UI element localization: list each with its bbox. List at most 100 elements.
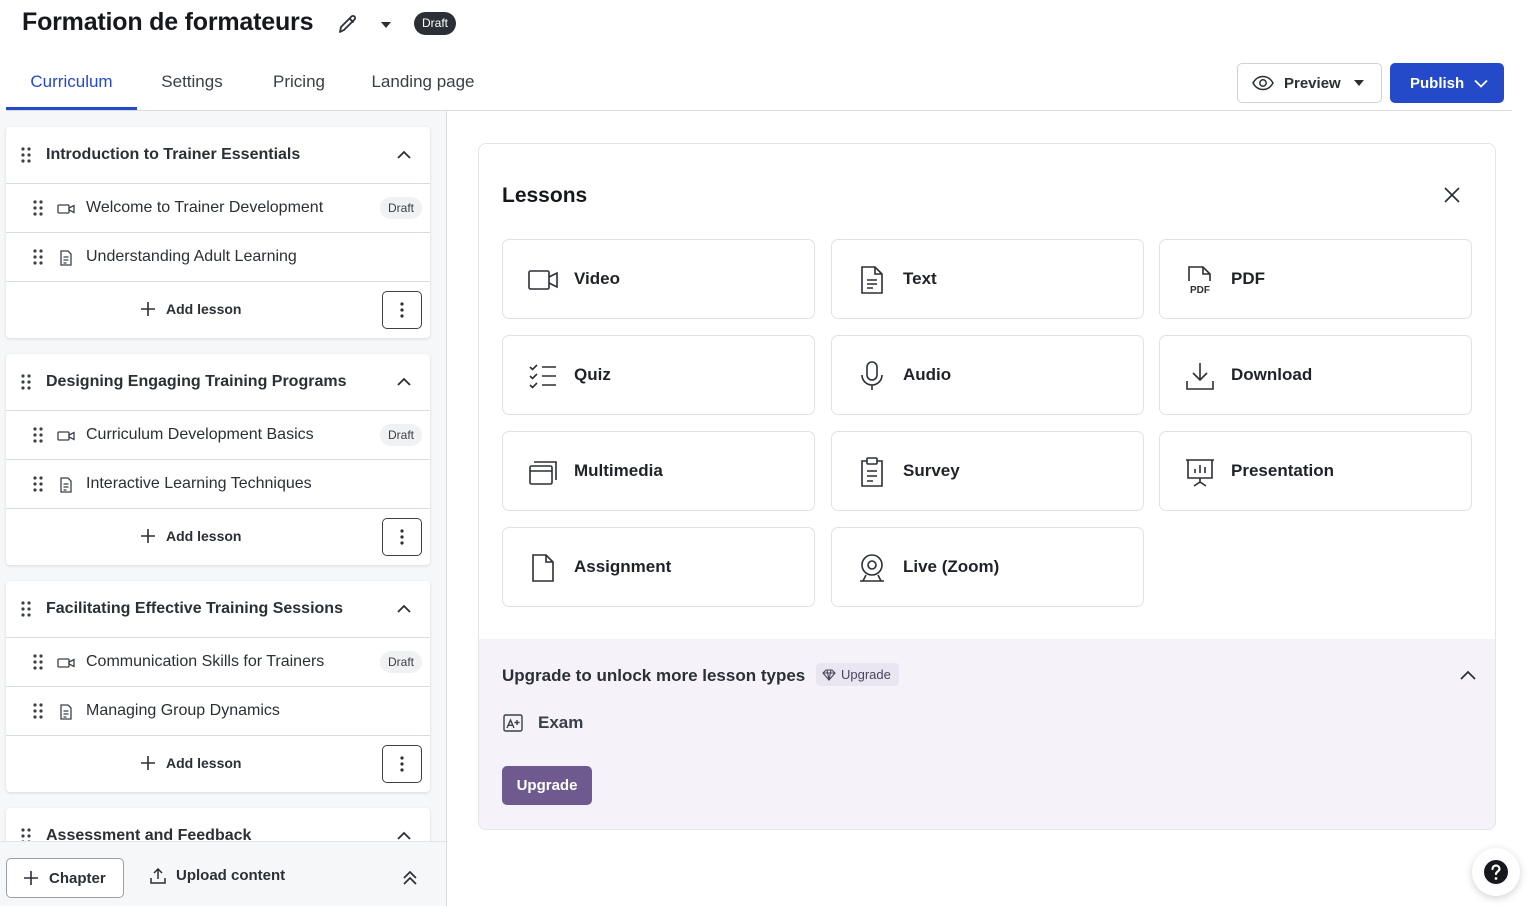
status-badge: Draft: [414, 12, 457, 35]
chapter-header[interactable]: Facilitating Effective Training Sessions: [6, 581, 430, 638]
add-chapter-label: Chapter: [49, 869, 106, 887]
lesson-type-label: PDF: [1231, 269, 1265, 288]
download-icon: [1186, 363, 1214, 390]
drag-handle-icon[interactable]: [33, 200, 43, 216]
chevron-up-icon[interactable]: [396, 374, 412, 390]
curriculum-sidebar: Introduction to Trainer Essentials Welco…: [0, 111, 447, 906]
upgrade-section: Upgrade to unlock more lesson types Upgr…: [479, 639, 1495, 829]
lesson-type-text[interactable]: Text: [831, 239, 1144, 319]
add-lesson-button[interactable]: Add lesson: [140, 755, 241, 771]
text-icon: [60, 477, 72, 493]
lesson-type-pdf[interactable]: PDF PDF: [1159, 239, 1472, 319]
course-title: Formation de formateurs: [22, 8, 314, 36]
clipboard-icon: [861, 457, 883, 487]
lesson-type-download[interactable]: Download: [1159, 335, 1472, 415]
publish-button[interactable]: Publish: [1390, 63, 1504, 103]
lesson-type-assignment[interactable]: Assignment: [502, 527, 815, 607]
chapter-title: Designing Engaging Training Programs: [46, 373, 347, 390]
close-icon[interactable]: [1443, 186, 1461, 204]
drag-handle-icon[interactable]: [33, 427, 43, 443]
drag-handle-icon[interactable]: [21, 147, 31, 163]
text-icon: [861, 266, 883, 294]
chapter-card: Facilitating Effective Training Sessions…: [6, 581, 430, 792]
draft-badge: Draft: [379, 651, 422, 673]
quiz-icon: [529, 364, 556, 389]
lesson-type-presentation[interactable]: Presentation: [1159, 431, 1472, 511]
lesson-row[interactable]: Welcome to Trainer Development Draft: [6, 184, 430, 233]
text-icon: [60, 704, 72, 720]
lesson-row[interactable]: Communication Skills for Trainers Draft: [6, 638, 430, 687]
chapter-menu-button[interactable]: [382, 518, 422, 556]
upload-content-button[interactable]: Upload content: [150, 867, 285, 884]
lesson-name: Interactive Learning Techniques: [86, 475, 312, 492]
lesson-type-label: Download: [1231, 365, 1313, 384]
upgrade-button[interactable]: Upgrade: [502, 766, 592, 805]
tab-landing-page[interactable]: Landing page: [359, 60, 487, 110]
add-lesson-button[interactable]: Add lesson: [140, 528, 241, 544]
chevron-up-icon[interactable]: [396, 147, 412, 163]
drag-handle-icon[interactable]: [33, 249, 43, 265]
drag-handle-icon[interactable]: [21, 601, 31, 617]
lesson-row[interactable]: Managing Group Dynamics: [6, 687, 430, 736]
drag-handle-icon[interactable]: [33, 703, 43, 719]
add-lesson-label: Add lesson: [166, 528, 242, 544]
lesson-row[interactable]: Interactive Learning Techniques: [6, 460, 430, 509]
add-lesson-label: Add lesson: [166, 755, 242, 771]
drag-handle-icon[interactable]: [21, 374, 31, 390]
lesson-type-survey[interactable]: Survey: [831, 431, 1144, 511]
video-icon: [57, 658, 75, 668]
lesson-name: Curriculum Development Basics: [86, 426, 314, 443]
chevron-down-icon: [1474, 79, 1488, 88]
chevron-up-icon[interactable]: [1459, 667, 1477, 685]
publish-label: Publish: [1410, 74, 1465, 92]
drag-handle-icon[interactable]: [33, 476, 43, 492]
draft-badge: Draft: [379, 197, 422, 219]
chapter-header[interactable]: Designing Engaging Training Programs: [6, 354, 430, 411]
plus-icon: [24, 871, 38, 885]
chapter-title: Facilitating Effective Training Sessions: [46, 600, 343, 617]
lesson-type-quiz[interactable]: Quiz: [502, 335, 815, 415]
lesson-type-multimedia[interactable]: Multimedia: [502, 431, 815, 511]
eye-icon: [1252, 75, 1274, 91]
upload-content-label: Upload content: [176, 867, 286, 884]
preview-button[interactable]: Preview: [1237, 63, 1382, 103]
lesson-type-video[interactable]: Video: [502, 239, 815, 319]
drag-handle-icon[interactable]: [33, 654, 43, 670]
tab-settings[interactable]: Settings: [146, 60, 238, 110]
lesson-row[interactable]: Curriculum Development Basics Draft: [6, 411, 430, 460]
upgrade-title: Upgrade to unlock more lesson types: [502, 666, 806, 685]
lesson-name: Managing Group Dynamics: [86, 702, 280, 719]
lesson-type-live-zoom[interactable]: Live (Zoom): [831, 527, 1144, 607]
lesson-type-label: Assignment: [574, 557, 672, 576]
svg-text:PDF: PDF: [1190, 285, 1210, 296]
chapter-menu-button[interactable]: [382, 745, 422, 783]
help-button[interactable]: [1472, 848, 1520, 896]
kebab-icon: [400, 302, 404, 318]
tab-curriculum[interactable]: Curriculum: [6, 60, 137, 110]
lesson-type-label: Multimedia: [574, 461, 663, 480]
lesson-row[interactable]: Understanding Adult Learning: [6, 233, 430, 282]
tab-pricing[interactable]: Pricing: [258, 60, 340, 110]
pdf-icon: PDF: [1188, 266, 1211, 296]
chapter-menu-button[interactable]: [382, 291, 422, 329]
plus-icon: [141, 529, 155, 543]
caret-down-icon: [1353, 80, 1364, 86]
caret-down-icon[interactable]: [378, 16, 394, 32]
top-bar: Formation de formateurs Draft: [0, 0, 1528, 48]
lesson-type-label: Text: [903, 269, 937, 288]
pencil-icon[interactable]: [336, 12, 360, 36]
upgrade-badge: Upgrade: [816, 663, 899, 686]
lesson-type-label: Audio: [903, 365, 952, 384]
text-icon: [60, 250, 72, 266]
chapter-header[interactable]: Introduction to Trainer Essentials: [6, 127, 430, 184]
add-lesson-button[interactable]: Add lesson: [140, 301, 241, 317]
video-icon: [528, 270, 558, 290]
plus-icon: [141, 756, 155, 770]
presentation-icon: [1186, 459, 1214, 487]
diamond-icon: [822, 668, 836, 681]
lesson-type-audio[interactable]: Audio: [831, 335, 1144, 415]
chevron-up-icon[interactable]: [396, 601, 412, 617]
double-chevron-up-icon[interactable]: [400, 868, 420, 888]
upload-icon: [150, 867, 166, 884]
add-chapter-button[interactable]: Chapter: [6, 858, 124, 898]
